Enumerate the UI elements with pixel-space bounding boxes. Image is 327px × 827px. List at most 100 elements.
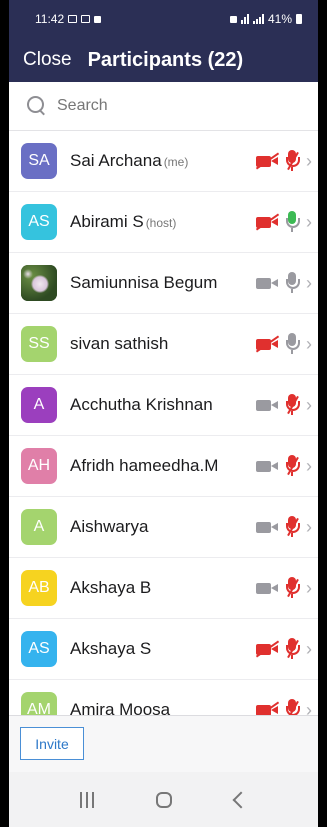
- android-nav-bar: [9, 772, 318, 827]
- chevron-right-icon[interactable]: ›: [306, 517, 312, 538]
- video-off-icon: [255, 640, 280, 658]
- avatar: AH: [21, 448, 57, 484]
- participant-row[interactable]: AB Akshaya B ›: [9, 558, 318, 619]
- avatar: AS: [21, 204, 57, 240]
- mic-muted-icon: [284, 393, 300, 417]
- search-icon: [27, 96, 47, 116]
- participant-row[interactable]: AH Afridh hameedha.M ›: [9, 436, 318, 497]
- participant-name-text: Akshaya B: [70, 578, 152, 597]
- wifi-icon: [240, 14, 249, 24]
- close-button[interactable]: Close: [23, 49, 72, 71]
- avatar-initials: A: [33, 396, 45, 413]
- video-on-icon: [256, 519, 280, 535]
- back-icon[interactable]: [232, 791, 250, 808]
- avatar-initials: AS: [28, 640, 50, 657]
- invite-button[interactable]: Invite: [20, 727, 84, 760]
- battery-percent: 41%: [267, 12, 292, 26]
- participant-name: Amira Moosa: [70, 700, 170, 715]
- participant-name-text: sivan sathish: [70, 334, 169, 353]
- avatar: SS: [21, 326, 57, 362]
- participant-name-text: Afridh hameedha.M: [70, 456, 219, 475]
- avatar-initials: AB: [28, 579, 50, 596]
- chevron-right-icon[interactable]: ›: [306, 273, 312, 294]
- chevron-right-icon[interactable]: ›: [306, 334, 312, 355]
- participant-name-text: Acchutha Krishnan: [70, 395, 213, 414]
- recents-icon[interactable]: [80, 791, 95, 808]
- search-bar: [9, 82, 318, 131]
- avatar: A: [21, 387, 57, 423]
- participant-row[interactable]: SS sivan sathish ›: [9, 314, 318, 375]
- participants-list[interactable]: SA Sai Archana (me) › AS Abirami S (host) › Sami…: [9, 131, 318, 715]
- participant-name-text: Abirami S: [70, 212, 144, 231]
- participant-row[interactable]: SA Sai Archana (me) ›: [9, 131, 318, 192]
- avatar-initials: AS: [28, 213, 50, 230]
- participant-row[interactable]: Samiunnisa Begum ›: [9, 253, 318, 314]
- video-on-icon: [256, 275, 280, 291]
- mic-icon: [284, 210, 300, 234]
- participant-name-text: Akshaya S: [70, 639, 152, 658]
- mic-muted-icon: [284, 454, 300, 478]
- phone-screen: 11:42 41% Close Participants (22) SA Sai …: [9, 0, 318, 827]
- mic-icon: [284, 332, 300, 356]
- chevron-right-icon[interactable]: ›: [306, 456, 312, 477]
- participant-row[interactable]: A Aishwarya ›: [9, 497, 318, 558]
- participant-role-tag: (host): [145, 216, 177, 230]
- title-bar: Close Participants (22): [9, 38, 318, 82]
- participant-row[interactable]: A Acchutha Krishnan ›: [9, 375, 318, 436]
- chevron-right-icon[interactable]: ›: [306, 700, 312, 716]
- participant-name: sivan sathish: [70, 334, 168, 354]
- video-off-icon: [255, 701, 280, 715]
- video-off-icon: [255, 152, 280, 170]
- participant-name-text: Aishwarya: [70, 517, 149, 536]
- video-on-icon: [256, 458, 280, 474]
- participant-name: Samiunnisa Begum: [70, 273, 217, 293]
- video-off-icon: [255, 213, 280, 231]
- avatar: AS: [21, 631, 57, 667]
- video-off-icon: [255, 335, 280, 353]
- avatar-initials: A: [33, 518, 45, 535]
- music-notification-icon: [81, 15, 91, 23]
- participant-name: Afridh hameedha.M: [70, 456, 218, 476]
- alarm-icon: [229, 15, 237, 23]
- mic-muted-icon: [284, 149, 300, 173]
- participant-name-text: Amira Moosa: [70, 700, 171, 715]
- signal-icon: [252, 14, 264, 24]
- search-input[interactable]: [55, 96, 259, 116]
- participant-name: Acchutha Krishnan: [70, 395, 213, 415]
- participant-name: Aishwarya: [70, 517, 148, 537]
- chevron-right-icon[interactable]: ›: [306, 212, 312, 233]
- footer-bar: Invite: [9, 715, 318, 772]
- avatar-initials: SS: [28, 335, 50, 352]
- page-title: Participants (22): [87, 48, 244, 71]
- video-on-icon: [256, 580, 280, 596]
- chevron-right-icon[interactable]: ›: [306, 151, 312, 172]
- participant-name: Sai Archana (me): [70, 151, 188, 171]
- avatar-initials: AH: [27, 457, 51, 474]
- avatar-initials: SA: [28, 152, 50, 169]
- mic-muted-icon: [284, 698, 300, 715]
- avatar: AM: [21, 692, 57, 715]
- participant-name: Akshaya B: [70, 578, 151, 598]
- video-notification-icon: [94, 15, 102, 23]
- mic-muted-icon: [284, 576, 300, 600]
- video-on-icon: [256, 397, 280, 413]
- status-bar: 11:42 41%: [9, 0, 318, 38]
- clock: 11:42: [35, 12, 65, 26]
- avatar: SA: [21, 143, 57, 179]
- participant-row[interactable]: AS Akshaya S ›: [9, 619, 318, 680]
- participant-row[interactable]: AS Abirami S (host) ›: [9, 192, 318, 253]
- participant-name: Abirami S (host): [70, 212, 176, 232]
- participant-role-tag: (me): [163, 155, 189, 169]
- chevron-right-icon[interactable]: ›: [306, 578, 312, 599]
- avatar-initials: AM: [27, 701, 51, 715]
- avatar: A: [21, 509, 57, 545]
- avatar: [21, 265, 57, 301]
- battery-icon: [296, 14, 302, 24]
- participant-name-text: Samiunnisa Begum: [70, 273, 218, 292]
- participant-row[interactable]: AM Amira Moosa ›: [9, 680, 318, 715]
- home-icon[interactable]: [156, 791, 173, 808]
- chevron-right-icon[interactable]: ›: [306, 395, 312, 416]
- mic-muted-icon: [284, 515, 300, 539]
- chevron-right-icon[interactable]: ›: [306, 639, 312, 660]
- mic-icon: [284, 271, 300, 295]
